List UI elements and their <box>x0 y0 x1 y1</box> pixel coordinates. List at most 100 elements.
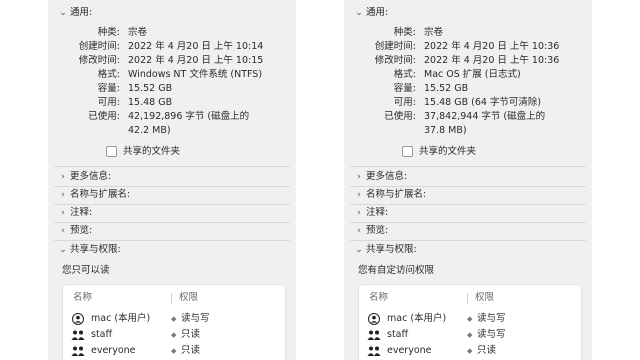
info-available: 可用: 15.48 GB (64 字节可清除) <box>393 97 542 108</box>
chevron-down-icon[interactable]: ⌄ <box>58 244 68 256</box>
table-row[interactable]: everyone ◆ 只读 <box>359 343 581 359</box>
chevron-right-icon[interactable]: › <box>354 225 364 237</box>
permission-summary: 您只可以读 <box>62 265 110 276</box>
user-name: mac (本用户) <box>91 313 151 324</box>
divider <box>54 166 290 167</box>
updown-icon[interactable]: ◆ <box>467 311 472 327</box>
user-name: everyone <box>387 345 432 356</box>
shared-folder-checkbox[interactable]: 共享的文件夹 <box>402 145 476 159</box>
info-format: 格式: Mac OS 扩展 (日志式) <box>393 69 521 80</box>
table-row[interactable]: staff ◆ 只读 <box>63 327 285 343</box>
table-row[interactable]: everyone ◆ 只读 <box>63 343 285 359</box>
table-row[interactable]: staff ◆ 读与写 <box>359 327 581 343</box>
section-title: 更多信息: <box>366 171 408 182</box>
user-name: everyone <box>91 345 136 356</box>
chevron-right-icon[interactable]: › <box>58 225 68 237</box>
info-used: 已使用: 37,842,944 字节 (磁盘上的 <box>384 111 546 122</box>
column-separator <box>171 293 172 304</box>
group-icon <box>71 346 85 356</box>
user-icon <box>72 313 84 325</box>
header-privilege[interactable]: 权限 <box>475 291 494 305</box>
info-modified: 修改时间: 2022 年 4 月20 日 上午 10:15 <box>78 55 264 66</box>
section-more-info[interactable]: › 更多信息: <box>48 169 296 186</box>
header-name[interactable]: 名称 <box>369 291 388 305</box>
info-capacity: 容量: 15.52 GB <box>393 83 469 94</box>
info-kind: 种类: 宗卷 <box>393 27 444 38</box>
section-sharing-permissions[interactable]: ⌄ 共享与权限: <box>344 242 592 259</box>
privilege-value[interactable]: 只读 <box>181 343 200 359</box>
table-row[interactable]: mac (本用户) ◆ 读与写 <box>359 311 581 327</box>
chevron-right-icon[interactable]: › <box>354 207 364 219</box>
section-title: 更多信息: <box>70 171 112 182</box>
chevron-down-icon[interactable]: ⌄ <box>58 7 68 19</box>
user-icon <box>368 313 380 325</box>
section-general[interactable]: ⌄ 通用: <box>344 4 592 22</box>
table-row[interactable]: mac (本用户) ◆ 读与写 <box>63 311 285 327</box>
privilege-value[interactable]: 只读 <box>477 343 496 359</box>
group-icon <box>367 330 381 340</box>
permissions-table[interactable]: 名称 权限 mac (本用户) ◆ 读与写 staff ◆ 读与写 everyo… <box>358 284 582 360</box>
checkbox-box[interactable] <box>106 146 117 157</box>
permissions-table[interactable]: 名称 权限 mac (本用户) ◆ 读与写 staff ◆ 只读 everyon… <box>62 284 286 360</box>
updown-icon[interactable]: ◆ <box>171 343 176 359</box>
info-modified: 修改时间: 2022 年 4 月20 日 上午 10:36 <box>374 55 560 66</box>
divider <box>350 166 586 167</box>
privilege-value[interactable]: 读与写 <box>477 311 506 327</box>
checkbox-box[interactable] <box>402 146 413 157</box>
section-title: 注释: <box>366 207 389 218</box>
info-created: 创建时间: 2022 年 4 月20 日 上午 10:36 <box>374 41 560 52</box>
user-name: staff <box>387 329 409 340</box>
section-general-title: 通用: <box>366 7 389 18</box>
group-icon <box>367 346 381 356</box>
updown-icon[interactable]: ◆ <box>467 343 472 359</box>
privilege-value[interactable]: 读与写 <box>181 311 210 327</box>
section-more-info[interactable]: › 更多信息: <box>344 169 592 186</box>
updown-icon[interactable]: ◆ <box>467 327 472 343</box>
section-preview[interactable]: › 预览: <box>344 223 592 240</box>
table-header: 名称 权限 <box>359 291 581 305</box>
info-panel-macos: ⌄ 通用: 种类: 宗卷 创建时间: 2022 年 4 月20 日 上午 10:36… <box>344 0 592 360</box>
divider <box>54 240 290 241</box>
updown-icon[interactable]: ◆ <box>171 311 176 327</box>
info-available: 可用: 15.48 GB <box>97 97 173 108</box>
info-format: 格式: Windows NT 文件系统 (NTFS) <box>97 69 263 80</box>
user-name: staff <box>91 329 113 340</box>
section-preview[interactable]: › 预览: <box>48 223 296 240</box>
chevron-down-icon[interactable]: ⌄ <box>354 244 364 256</box>
header-privilege[interactable]: 权限 <box>179 291 198 305</box>
chevron-right-icon[interactable]: › <box>58 189 68 201</box>
chevron-right-icon[interactable]: › <box>58 207 68 219</box>
section-title: 预览: <box>70 225 93 236</box>
section-title: 注释: <box>70 207 93 218</box>
chevron-right-icon[interactable]: › <box>354 189 364 201</box>
shared-folder-checkbox[interactable]: 共享的文件夹 <box>106 145 180 159</box>
chevron-down-icon[interactable]: ⌄ <box>354 7 364 19</box>
section-title: 共享与权限: <box>70 244 121 255</box>
section-title: 预览: <box>366 225 389 236</box>
section-name-extension[interactable]: › 名称与扩展名: <box>48 187 296 204</box>
shared-folder-label: 共享的文件夹 <box>419 146 477 157</box>
info-panel-ntfs: ⌄ 通用: 种类: 宗卷 创建时间: 2022 年 4 月20 日 上午 10:14… <box>48 0 296 360</box>
privilege-value[interactable]: 读与写 <box>477 327 506 343</box>
section-comments[interactable]: › 注释: <box>344 205 592 222</box>
table-header: 名称 权限 <box>63 291 285 305</box>
section-title: 共享与权限: <box>366 244 417 255</box>
info-capacity: 容量: 15.52 GB <box>97 83 173 94</box>
column-separator <box>467 293 468 304</box>
user-name: mac (本用户) <box>387 313 447 324</box>
chevron-right-icon[interactable]: › <box>58 171 68 183</box>
info-kind: 种类: 宗卷 <box>97 27 148 38</box>
divider <box>350 240 586 241</box>
section-name-extension[interactable]: › 名称与扩展名: <box>344 187 592 204</box>
section-general[interactable]: ⌄ 通用: <box>48 4 296 22</box>
section-title: 名称与扩展名: <box>70 189 131 200</box>
updown-icon[interactable]: ◆ <box>171 327 176 343</box>
privilege-value[interactable]: 只读 <box>181 327 200 343</box>
section-comments[interactable]: › 注释: <box>48 205 296 222</box>
info-used: 已使用: 42,192,896 字节 (磁盘上的 <box>88 111 250 122</box>
shared-folder-label: 共享的文件夹 <box>123 146 181 157</box>
section-sharing-permissions[interactable]: ⌄ 共享与权限: <box>48 242 296 259</box>
header-name[interactable]: 名称 <box>73 291 92 305</box>
info-used-cont: 37.8 MB) <box>424 125 467 136</box>
chevron-right-icon[interactable]: › <box>354 171 364 183</box>
